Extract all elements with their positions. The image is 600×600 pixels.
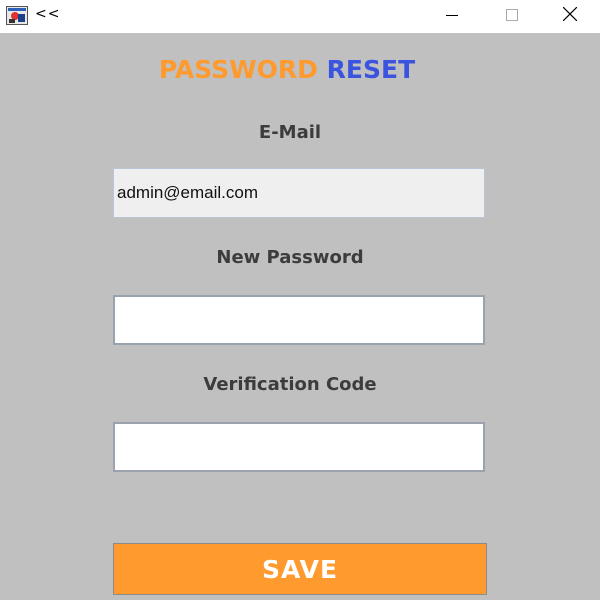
verification-code-field[interactable] (113, 422, 485, 472)
verification-code-label: Verification Code (203, 374, 377, 395)
close-icon (562, 6, 578, 26)
window-title: << (35, 6, 61, 22)
new-password-label: New Password (216, 247, 364, 268)
page-title: PASSWORD RESET (0, 55, 574, 84)
close-button[interactable] (548, 0, 592, 33)
page-title-part2: RESET (326, 55, 416, 84)
email-label: E-Mail (258, 122, 322, 143)
page-title-part1: PASSWORD (158, 55, 318, 84)
maximize-button[interactable] (490, 0, 534, 33)
title-bar: << (0, 0, 600, 33)
minimize-icon (446, 8, 458, 26)
java-app-icon (6, 6, 28, 25)
new-password-field[interactable] (113, 295, 485, 345)
save-button[interactable]: SAVE (113, 543, 487, 595)
maximize-icon (506, 8, 518, 26)
email-field[interactable] (113, 168, 485, 218)
minimize-button[interactable] (430, 0, 474, 33)
